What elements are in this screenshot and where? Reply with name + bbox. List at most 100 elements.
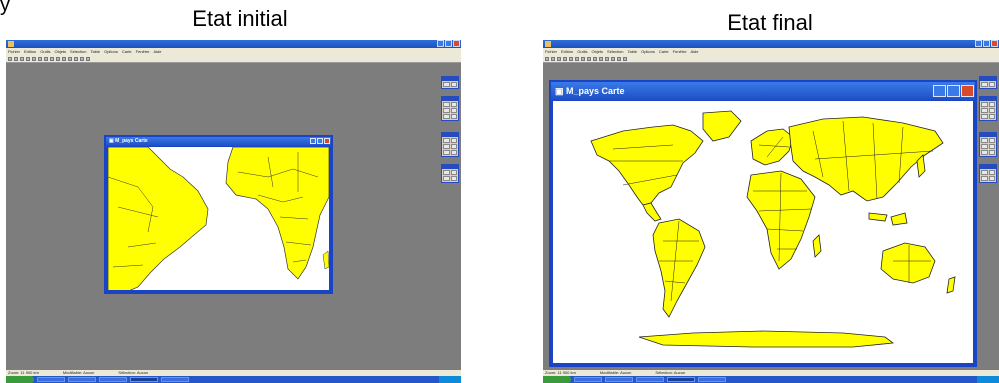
map-close-button[interactable] [961, 85, 974, 97]
tool-button[interactable] [599, 56, 603, 61]
taskbar-item[interactable] [68, 377, 96, 382]
tool-button[interactable] [563, 56, 567, 61]
tool-button[interactable] [26, 56, 30, 61]
menu-item[interactable]: Sélection [70, 48, 86, 55]
menu-item[interactable]: Outils [40, 48, 50, 55]
taskbar-item[interactable] [37, 377, 65, 382]
menu-item[interactable]: Edition [24, 48, 36, 55]
palette-button[interactable] [450, 138, 457, 143]
menu-item[interactable]: Aide [153, 48, 161, 55]
palette-button[interactable] [443, 176, 450, 181]
palette-button[interactable] [988, 82, 995, 87]
tool-button[interactable] [593, 56, 597, 61]
palette-button[interactable] [981, 150, 988, 155]
palette-button[interactable] [450, 82, 457, 87]
menu-item[interactable]: Aide [690, 48, 698, 55]
palette-button[interactable] [981, 138, 988, 143]
palette-button[interactable] [443, 150, 450, 155]
palette-button[interactable] [981, 82, 988, 87]
palette-button[interactable] [988, 102, 995, 107]
palette-button[interactable] [981, 114, 988, 119]
menu-item[interactable]: Options [641, 48, 655, 55]
palette-button[interactable] [450, 114, 457, 119]
map-window-titlebar[interactable]: ▣ M_pays Carte [551, 82, 975, 100]
taskbar-item[interactable] [667, 377, 695, 382]
close-button[interactable] [991, 40, 998, 47]
tool-button[interactable] [551, 56, 555, 61]
palette-button[interactable] [450, 102, 457, 107]
map-canvas[interactable] [108, 147, 329, 290]
tool-button[interactable] [557, 56, 561, 61]
tool-button[interactable] [623, 56, 627, 61]
palette-button[interactable] [443, 114, 450, 119]
map-minimize-button[interactable] [310, 138, 316, 144]
palette-button[interactable] [988, 170, 995, 175]
tool-button[interactable] [32, 56, 36, 61]
palette-button[interactable] [981, 176, 988, 181]
tool-button[interactable] [581, 56, 585, 61]
menu-item[interactable]: Carte [659, 48, 669, 55]
tool-button[interactable] [575, 56, 579, 61]
map-minimize-button[interactable] [933, 85, 946, 97]
map-close-button[interactable] [324, 138, 330, 144]
palette-button[interactable] [450, 176, 457, 181]
taskbar-item[interactable] [99, 377, 127, 382]
menu-item[interactable]: Objets [591, 48, 603, 55]
palette-button[interactable] [988, 144, 995, 149]
palette-button[interactable] [443, 138, 450, 143]
tool-button[interactable] [56, 56, 60, 61]
minimize-button[interactable] [975, 40, 982, 47]
palette-button[interactable] [443, 102, 450, 107]
menu-item[interactable]: Fenêtre [673, 48, 687, 55]
maximize-button[interactable] [983, 40, 990, 47]
palette-button[interactable] [450, 150, 457, 155]
palette-button[interactable] [450, 144, 457, 149]
palette-button[interactable] [443, 144, 450, 149]
map-maximize-button[interactable] [947, 85, 960, 97]
taskbar-item[interactable] [161, 377, 189, 382]
map-window[interactable]: ▣ M_pays Carte [549, 80, 977, 367]
tool-button[interactable] [38, 56, 42, 61]
close-button[interactable] [453, 40, 460, 47]
menu-item[interactable]: Table [628, 48, 638, 55]
palette-button[interactable] [981, 144, 988, 149]
tool-button[interactable] [14, 56, 18, 61]
menu-item[interactable]: Fenêtre [136, 48, 150, 55]
taskbar-item[interactable] [130, 377, 158, 382]
palette-button[interactable] [443, 82, 450, 87]
taskbar-item[interactable] [698, 377, 726, 382]
taskbar-item[interactable] [605, 377, 633, 382]
taskbar-item[interactable] [636, 377, 664, 382]
tool-button[interactable] [68, 56, 72, 61]
menu-item[interactable]: Edition [561, 48, 573, 55]
menu-item[interactable]: Sélection [607, 48, 623, 55]
tool-button[interactable] [80, 56, 84, 61]
palette-button[interactable] [443, 108, 450, 113]
start-button[interactable] [6, 376, 34, 383]
tool-button[interactable] [20, 56, 24, 61]
tool-button[interactable] [44, 56, 48, 61]
tool-button[interactable] [611, 56, 615, 61]
palette-button[interactable] [443, 170, 450, 175]
map-window-titlebar[interactable]: ▣ M_pays Carte [106, 137, 331, 146]
minimize-button[interactable] [437, 40, 444, 47]
tool-button[interactable] [545, 56, 549, 61]
palette-button[interactable] [988, 108, 995, 113]
tool-button[interactable] [50, 56, 54, 61]
palette-button[interactable] [981, 108, 988, 113]
menu-item[interactable]: Objets [54, 48, 66, 55]
menu-item[interactable]: Options [104, 48, 118, 55]
start-button[interactable] [543, 376, 571, 383]
palette-button[interactable] [988, 176, 995, 181]
menu-item[interactable]: Table [91, 48, 101, 55]
menu-item[interactable]: Outils [577, 48, 587, 55]
tool-button[interactable] [62, 56, 66, 61]
palette-button[interactable] [988, 150, 995, 155]
palette-button[interactable] [988, 114, 995, 119]
map-window[interactable]: ▣ M_pays Carte [104, 135, 333, 294]
tool-button[interactable] [8, 56, 12, 61]
map-canvas[interactable] [553, 101, 973, 363]
tool-button[interactable] [74, 56, 78, 61]
tool-button[interactable] [569, 56, 573, 61]
map-maximize-button[interactable] [317, 138, 323, 144]
